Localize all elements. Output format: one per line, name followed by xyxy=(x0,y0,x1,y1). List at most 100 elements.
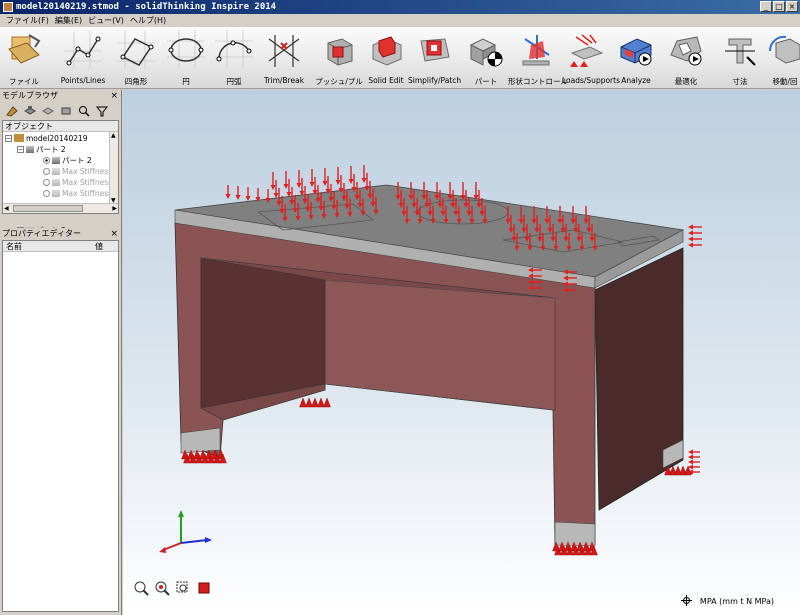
force-arrow-head xyxy=(270,185,276,190)
circle-icon xyxy=(167,31,205,69)
force-arrow-head xyxy=(688,242,693,248)
zoom-icon[interactable] xyxy=(154,580,170,596)
minimize-button[interactable]: _ xyxy=(760,1,772,12)
scroll-right-icon[interactable]: ▶ xyxy=(112,205,117,212)
model-browser-tools xyxy=(0,102,121,120)
leg-front-right-pad xyxy=(554,521,596,547)
force-arrow-head xyxy=(688,236,693,242)
support-cone[interactable] xyxy=(299,397,307,408)
property-table: 名前 値 xyxy=(2,240,119,612)
hide-icon[interactable] xyxy=(42,105,54,117)
move-rotate-icon xyxy=(768,35,800,64)
tool-points-lines[interactable]: Points/Lines xyxy=(58,27,108,89)
model-browser-title: モデルブラウザ xyxy=(2,91,58,100)
radio-unselected[interactable] xyxy=(43,178,50,186)
support-cone[interactable] xyxy=(323,397,331,408)
loads-supports-icon xyxy=(570,34,604,67)
tool-dimension[interactable]: 寸法 xyxy=(718,27,762,89)
model-browser-header: モデルブラウザ × xyxy=(0,90,121,102)
isolate-icon[interactable] xyxy=(60,105,72,117)
support-cone[interactable] xyxy=(311,397,319,408)
force-arrow-head xyxy=(273,193,279,198)
force-arrow-head xyxy=(361,178,367,183)
force-arrow-head xyxy=(688,224,693,230)
tool-arc[interactable]: 円弧 xyxy=(212,27,256,89)
model-icon[interactable] xyxy=(6,105,18,117)
force-arrow-head xyxy=(296,183,302,188)
property-columns: 名前 値 xyxy=(3,241,118,252)
menu-help[interactable]: ヘルプ(H) xyxy=(127,15,169,26)
tree-item-max-stiffness-3[interactable]: Max Stiffness xyxy=(43,188,112,198)
tool-solid-edit[interactable]: Solid Edit xyxy=(364,27,408,89)
support-cone[interactable] xyxy=(305,397,313,408)
rectangle-icon xyxy=(117,31,155,69)
tool-analyze[interactable]: Analyze xyxy=(614,27,658,89)
column-value[interactable]: 値 xyxy=(95,241,103,252)
push-pull-icon xyxy=(327,38,353,66)
unit-system-label[interactable]: MPA (mm t N MPa) xyxy=(700,597,774,606)
force-arrow-head xyxy=(235,195,241,200)
menu-view[interactable]: ビュー(V) xyxy=(85,15,127,26)
tree-item-max-stiffness-2[interactable]: Max Stiffness xyxy=(43,177,112,187)
ribbon-toolbar: ファイル Points/Lines 四角形 円 円弧 Trim/Break プッ… xyxy=(0,27,800,89)
force-arrow-head xyxy=(335,180,341,185)
app-icon xyxy=(3,2,13,12)
tool-trim-break[interactable]: Trim/Break xyxy=(258,27,310,89)
left-panel: モデルブラウザ × オブジェクト − model20140219 − パート 2… xyxy=(0,90,122,615)
scroll-up-icon[interactable]: ▲ xyxy=(111,132,116,139)
close-button[interactable]: × xyxy=(786,1,798,12)
radio-selected[interactable] xyxy=(43,156,50,164)
filter-icon[interactable] xyxy=(96,105,108,117)
tree-item-model[interactable]: − model20140219 xyxy=(5,133,88,143)
force-arrow-head xyxy=(309,182,315,187)
radio-unselected[interactable] xyxy=(43,189,50,197)
close-icon[interactable]: × xyxy=(110,228,118,240)
tree-item-part-2-design[interactable]: パート 2 xyxy=(43,155,92,165)
scroll-thumb[interactable] xyxy=(13,205,83,212)
column-name[interactable]: 名前 xyxy=(6,241,22,252)
maximize-button[interactable]: □ xyxy=(773,1,785,12)
menu-edit[interactable]: 編集(E) xyxy=(52,15,85,26)
part-icon xyxy=(469,38,503,67)
tree-vertical-scrollbar[interactable]: ▲ ▼ xyxy=(109,132,118,204)
force-arrow-head xyxy=(245,196,251,201)
optimize-icon xyxy=(670,36,702,66)
tool-shape-control[interactable]: 形状コントロール xyxy=(508,27,568,89)
zoom-fit-icon[interactable] xyxy=(133,580,149,596)
tree-horizontal-scrollbar[interactable]: ◀ ▶ xyxy=(3,203,118,213)
scroll-left-icon[interactable]: ◀ xyxy=(4,205,9,212)
property-editor-header: プロパティエディター × xyxy=(0,228,121,240)
support-cone[interactable] xyxy=(317,397,325,408)
table-model[interactable] xyxy=(123,90,800,615)
tool-simplify-patch[interactable]: Simplify/Patch xyxy=(408,27,461,89)
tool-move-rotate[interactable]: 移動/回 xyxy=(768,27,800,89)
radio-unselected[interactable] xyxy=(43,167,50,175)
tool-circle[interactable]: 円 xyxy=(164,27,208,89)
show-icon[interactable] xyxy=(24,105,36,117)
tool-rectangle[interactable]: 四角形 xyxy=(114,27,158,89)
objects-tree: オブジェクト − model20140219 − パート 2 パート 2 Max… xyxy=(2,120,119,235)
analyze-icon xyxy=(620,38,652,66)
file-icon xyxy=(8,34,41,64)
collapse-icon[interactable]: − xyxy=(17,145,24,153)
close-icon[interactable]: × xyxy=(110,90,118,102)
collapse-icon[interactable]: − xyxy=(5,134,12,142)
part-icon xyxy=(52,156,60,164)
model-viewport[interactable]: MPA (mm t N MPa) xyxy=(123,90,800,615)
tree-item-max-stiffness-1[interactable]: Max Stiffness xyxy=(43,166,112,176)
tree-item-part-2[interactable]: − パート 2 xyxy=(17,144,66,154)
tool-optimize[interactable]: 最適化 xyxy=(664,27,708,89)
menu-file[interactable]: ファイル(F) xyxy=(3,15,52,26)
window-title: model20140219.stmod - solidThinking Insp… xyxy=(16,2,277,12)
units-icon[interactable] xyxy=(681,595,692,606)
tool-loads-supports[interactable]: Loads/Supports xyxy=(562,27,620,89)
search-icon[interactable] xyxy=(78,105,90,117)
left-inner-face xyxy=(200,257,326,409)
tool-file[interactable]: ファイル xyxy=(2,27,46,89)
zoom-window-icon[interactable] xyxy=(175,580,191,596)
tool-push-pull[interactable]: プッシュ/プル xyxy=(314,27,364,89)
back-panel xyxy=(324,279,556,411)
stop-icon[interactable] xyxy=(196,580,212,596)
tool-part[interactable]: パート xyxy=(466,27,506,89)
arc-icon xyxy=(215,31,253,69)
